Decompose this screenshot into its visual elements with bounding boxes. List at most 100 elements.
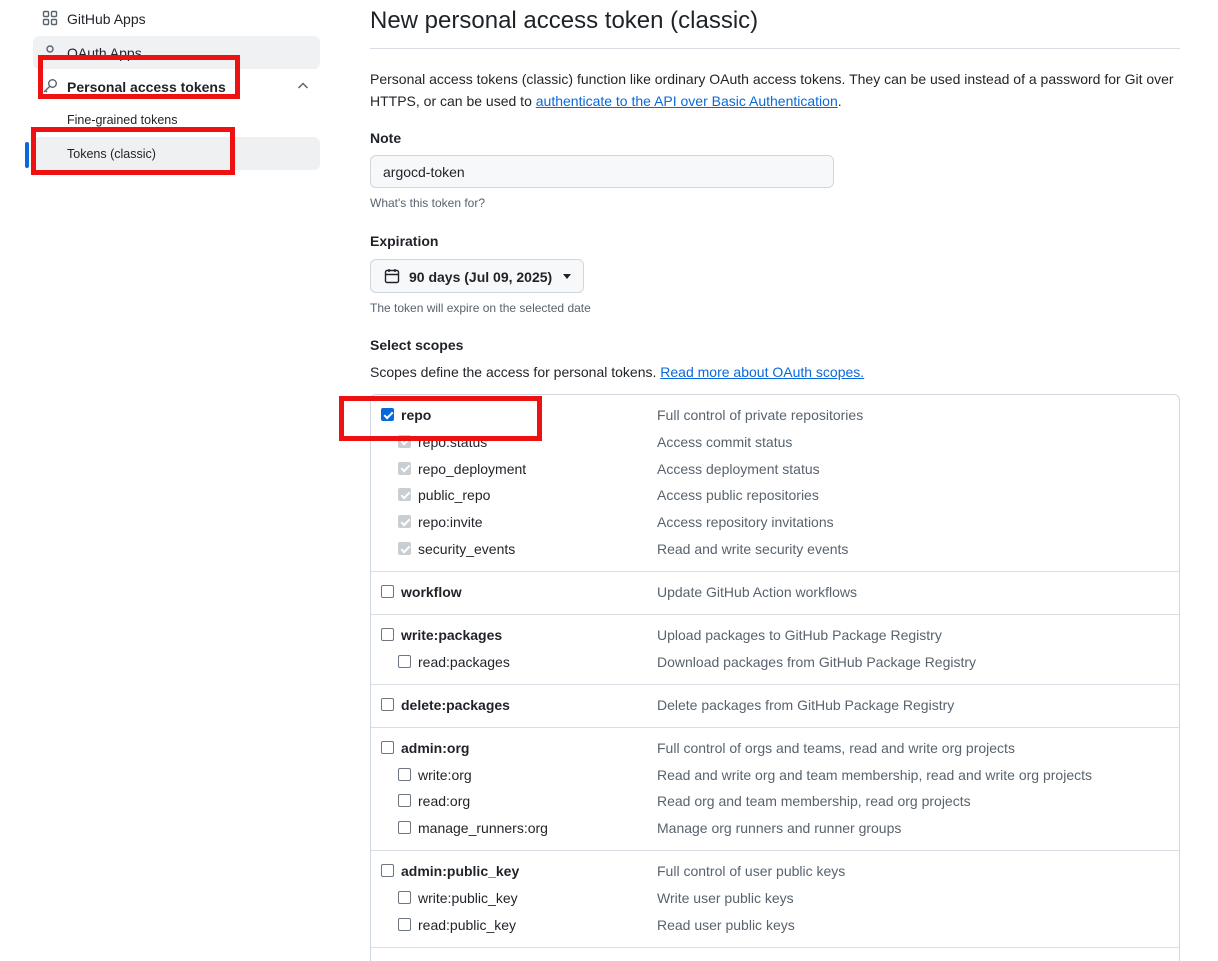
scope-checkbox	[398, 461, 411, 475]
scope-checkbox[interactable]	[398, 821, 411, 835]
scopes-description: Scopes define the access for personal to…	[370, 364, 864, 380]
scope-name: workflow	[401, 584, 462, 600]
scope-name: read:packages	[418, 653, 510, 670]
intro-text: Personal access tokens (classic) functio…	[370, 68, 1175, 112]
basic-auth-link[interactable]: authenticate to the API over Basic Authe…	[536, 93, 838, 109]
chevron-up-icon[interactable]	[296, 79, 310, 93]
scope-checkbox	[398, 488, 411, 502]
scope-name: read:public_key	[418, 916, 517, 933]
scope-name: admin:public_key	[401, 863, 520, 880]
scope-name: write:packages	[401, 627, 503, 643]
scope-checkbox	[398, 515, 411, 529]
scope-row[interactable]: public_repo Access public repositories	[371, 485, 1179, 505]
note-input[interactable]	[370, 155, 834, 188]
scope-description: Download packages from GitHub Package Re…	[657, 653, 977, 670]
person-icon	[43, 45, 57, 60]
sidebar-item-personal-access-tokens[interactable]: Personal access tokens	[33, 70, 320, 103]
scope-group-repo: repo Full control of private repositories…	[371, 395, 1179, 572]
scope-checkbox	[398, 542, 411, 555]
scope-checkbox[interactable]	[381, 628, 394, 641]
scope-group-delete-packages: delete:packages Delete packages from GitH…	[371, 685, 1179, 728]
scope-row[interactable]: admin:org Full control of orgs and teams,…	[371, 738, 1179, 758]
scope-description: Update GitHub Action workflows	[657, 584, 857, 600]
scope-name: repo_deployment	[418, 460, 527, 477]
scope-checkbox[interactable]	[381, 408, 394, 421]
scope-row[interactable]: write:packages Upload packages to GitHub …	[371, 625, 1179, 645]
scope-description: Full control of private repositories	[657, 407, 864, 423]
scope-name: delete:packages	[401, 696, 510, 713]
scope-checkbox[interactable]	[381, 585, 394, 598]
expiration-hint: The token will expire on the selected da…	[370, 301, 591, 315]
scope-checkbox[interactable]	[398, 917, 411, 931]
scope-group-workflow: workflow Update GitHub Action workflows	[371, 572, 1179, 615]
scope-description: Access commit status	[657, 433, 793, 450]
expiration-label: Expiration	[370, 233, 439, 249]
scope-name: repo	[401, 407, 432, 423]
scope-description: Write user public keys	[657, 889, 794, 906]
scope-name: security_events	[418, 541, 516, 557]
note-hint: What's this token for?	[370, 196, 486, 210]
scope-checkbox[interactable]	[398, 654, 411, 668]
scope-description: Access public repositories	[657, 487, 819, 504]
sidebar-item-label: Fine-grained tokens	[67, 113, 178, 127]
scope-description: Read org and team membership, read org p…	[657, 793, 971, 810]
scope-group-write-packages: write:packages Upload packages to GitHub …	[371, 615, 1179, 685]
active-item-indicator	[25, 142, 29, 168]
scope-row[interactable]: write:org Read and write org and team mem…	[371, 765, 1179, 785]
scope-name: repo:status	[418, 433, 488, 450]
sidebar-item-label: GitHub Apps	[67, 11, 146, 27]
scope-checkbox[interactable]	[398, 767, 411, 781]
expiration-select[interactable]: 90 days (Jul 09, 2025)	[370, 259, 584, 293]
scope-checkbox	[398, 434, 411, 448]
scope-name: repo:invite	[418, 514, 483, 531]
scope-row[interactable]: repo_deployment Access deployment status	[371, 459, 1179, 479]
scope-description: Full control of orgs and teams, read and…	[657, 739, 1015, 756]
scope-group-admin-public-key: admin:public_key Full control of user pub…	[371, 851, 1179, 948]
scope-row[interactable]: repo:invite Access repository invitations	[371, 512, 1179, 532]
scope-checkbox[interactable]	[381, 697, 394, 711]
sidebar-item-label: OAuth Apps	[67, 45, 142, 61]
expiration-value: 90 days (Jul 09, 2025)	[409, 269, 553, 285]
scope-row[interactable]: admin:public_key Full control of user pub…	[371, 861, 1179, 881]
scope-description: Delete packages from GitHub Package Regi…	[657, 696, 955, 713]
scope-name: admin:org	[401, 739, 470, 756]
scope-row[interactable]: read:org Read org and team membership, re…	[371, 791, 1179, 811]
scope-name: public_repo	[418, 487, 491, 504]
scope-name: write:public_key	[418, 889, 518, 906]
sidebar-item-tokens-classic[interactable]: Tokens (classic)	[33, 137, 320, 170]
scope-checkbox[interactable]	[381, 864, 394, 878]
scopes-table: repo Full control of private repositories…	[370, 394, 1180, 961]
title-divider	[370, 48, 1180, 49]
scope-row[interactable]: read:public_key Read user public keys	[371, 915, 1179, 935]
key-icon	[43, 79, 57, 93]
scope-row[interactable]: write:public_key Write user public keys	[371, 888, 1179, 908]
scope-name: write:org	[418, 766, 472, 783]
scope-name: read:org	[418, 793, 471, 810]
sidebar-item-oauth-apps[interactable]: OAuth Apps	[33, 36, 320, 69]
scope-row[interactable]: repo Full control of private repositories	[371, 405, 1179, 425]
scope-description: Read and write security events	[657, 541, 849, 557]
select-scopes-label: Select scopes	[370, 337, 464, 353]
calendar-icon	[384, 269, 400, 284]
scope-row[interactable]: read:packages Download packages from GitH…	[371, 652, 1179, 672]
scope-description: Access deployment status	[657, 460, 820, 477]
scope-checkbox[interactable]	[398, 794, 411, 808]
scope-row[interactable]: security_events Read and write security e…	[371, 539, 1179, 559]
scope-row[interactable]: repo:status Access commit status	[371, 432, 1179, 452]
oauth-scopes-link[interactable]: Read more about OAuth scopes.	[660, 364, 864, 380]
scope-description: Upload packages to GitHub Package Regist…	[657, 627, 942, 643]
sidebar-item-github-apps[interactable]: GitHub Apps	[33, 2, 320, 35]
scope-checkbox[interactable]	[398, 890, 411, 904]
sidebar-item-label: Tokens (classic)	[67, 147, 156, 161]
scope-description: Full control of user public keys	[657, 863, 846, 880]
scope-checkbox[interactable]	[381, 740, 394, 754]
scope-row[interactable]: workflow Update GitHub Action workflows	[371, 582, 1179, 602]
scope-description: Access repository invitations	[657, 514, 834, 531]
scope-row[interactable]: manage_runners:org Manage org runners and…	[371, 818, 1179, 838]
page: GitHub Apps OAuth Apps Personal access t…	[0, 0, 1218, 961]
scope-row[interactable]: delete:packages Delete packages from GitH…	[371, 695, 1179, 715]
page-title: New personal access token (classic)	[370, 7, 759, 34]
sidebar-item-fine-grained-tokens[interactable]: Fine-grained tokens	[33, 103, 320, 136]
settings-sidebar: GitHub Apps OAuth Apps Personal access t…	[0, 0, 330, 961]
scope-description: Read user public keys	[657, 916, 795, 933]
